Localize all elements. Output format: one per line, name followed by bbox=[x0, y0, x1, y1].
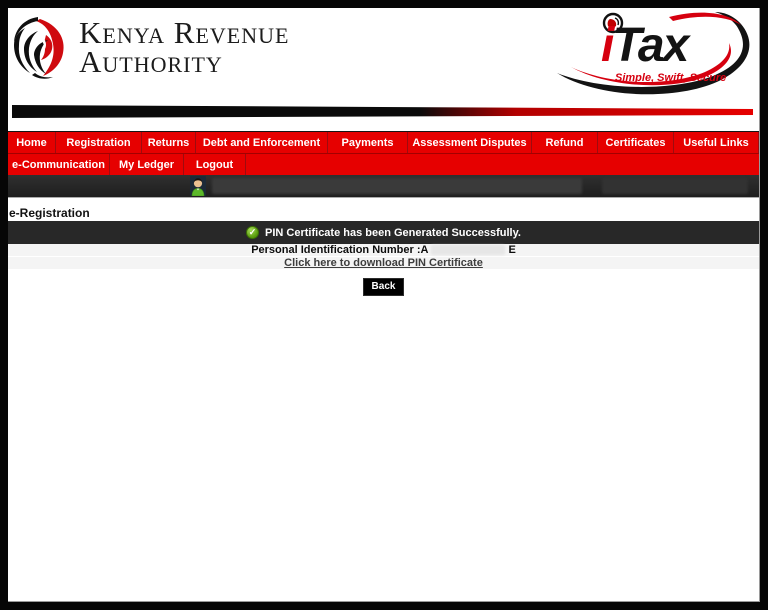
section-title-row: e-Registration bbox=[8, 198, 759, 221]
pin-number-row: Personal Identification Number : A E bbox=[8, 244, 759, 256]
header-swoosh-divider bbox=[8, 104, 759, 119]
kra-logo-block: Kenya Revenue Authority bbox=[12, 15, 289, 81]
nav-item-payments[interactable]: Payments bbox=[328, 132, 408, 153]
nav-item-refund[interactable]: Refund bbox=[532, 132, 598, 153]
nav-item-home[interactable]: Home bbox=[8, 132, 56, 153]
kra-org-name-line2: Authority bbox=[79, 48, 289, 77]
nav-item-useful-links[interactable]: Useful Links bbox=[674, 132, 759, 153]
redacted-session-info bbox=[602, 178, 748, 194]
itax-portal-page: { "header": { "org_name": { "line1": "Ke… bbox=[0, 0, 768, 610]
secondary-nav: e-Communication My Ledger Logout bbox=[8, 153, 759, 175]
nav-filler bbox=[246, 154, 759, 175]
nav-item-debt-and-enforcement[interactable]: Debt and Enforcement bbox=[196, 132, 328, 153]
itax-wordmark-tax: Tax bbox=[612, 19, 691, 72]
download-link-row: Click here to download PIN Certificate bbox=[8, 257, 759, 269]
portal-frame: Kenya Revenue Authority iTax Simple, Swi… bbox=[8, 8, 760, 602]
user-avatar-icon bbox=[190, 176, 206, 196]
itax-wordmark: iTax bbox=[601, 19, 692, 72]
back-button-row: Back bbox=[8, 276, 759, 296]
redacted-pin-digits bbox=[431, 245, 505, 255]
header: Kenya Revenue Authority iTax Simple, Swi… bbox=[8, 8, 759, 104]
nav-item-certificates[interactable]: Certificates bbox=[598, 132, 674, 153]
redacted-username bbox=[212, 178, 582, 194]
nav-item-logout[interactable]: Logout bbox=[184, 154, 246, 175]
success-message-text: PIN Certificate has been Generated Succe… bbox=[265, 227, 521, 239]
nav-item-assessment-disputes[interactable]: Assessment Disputes bbox=[408, 132, 532, 153]
nav-item-my-ledger[interactable]: My Ledger bbox=[110, 154, 184, 175]
kra-org-name: Kenya Revenue Authority bbox=[79, 19, 289, 76]
pin-visible-suffix: E bbox=[508, 244, 515, 256]
success-message-bar: ✓ PIN Certificate has been Generated Suc… bbox=[8, 221, 759, 244]
pin-visible-prefix: A bbox=[421, 244, 429, 256]
nav-item-returns[interactable]: Returns bbox=[142, 132, 196, 153]
itax-logo: iTax Simple, Swift, Secure bbox=[551, 9, 757, 103]
pin-label: Personal Identification Number : bbox=[251, 244, 420, 256]
download-pin-certificate-link[interactable]: Click here to download PIN Certificate bbox=[284, 257, 483, 269]
check-circle-icon: ✓ bbox=[246, 226, 259, 239]
nav-item-e-communication[interactable]: e-Communication bbox=[8, 154, 110, 175]
nav-item-registration[interactable]: Registration bbox=[56, 132, 142, 153]
main-nav: Home Registration Returns Debt and Enfor… bbox=[8, 131, 759, 153]
page-title: e-Registration bbox=[9, 206, 90, 220]
back-button[interactable]: Back bbox=[363, 278, 405, 296]
user-info-bar bbox=[8, 175, 759, 198]
kra-lion-logo-icon bbox=[12, 15, 70, 81]
itax-tagline: Simple, Swift, Secure bbox=[615, 72, 726, 84]
